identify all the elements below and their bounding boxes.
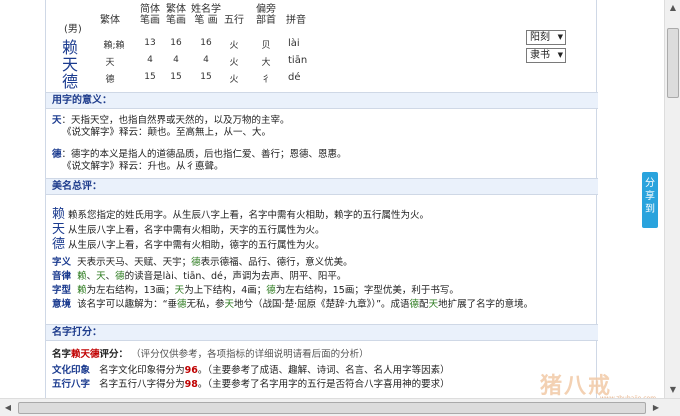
score-heading: 名字赖天德评分： （评分仅供参考，各项指标的详细说明请看后面的分析） [52, 349, 369, 360]
calligraphy-options: 阳刻 ▼ 隶书 ▼ [526, 30, 566, 66]
row3-tradstroke: 15 [170, 72, 182, 82]
section-meaning-title: 用字的意义： [46, 92, 598, 109]
row2-xm: 4 [203, 55, 209, 65]
gender-label: (男) [64, 24, 82, 35]
row1-simp: 13 [144, 38, 156, 48]
col-head-simp-stroke: 简体 笔画 [140, 4, 160, 26]
horizontal-scrollbar[interactable]: ◀ ▶ [0, 398, 680, 416]
row3-simp: 15 [144, 72, 156, 82]
row3-pinyin: dé [288, 72, 301, 83]
row1-tradstroke: 16 [170, 38, 182, 48]
meaning-de-quote: 《说文解字》释云：升也。从彳悳聲。 [62, 161, 224, 172]
scroll-left-icon[interactable]: ◀ [0, 399, 16, 416]
row2-pinyin: tiān [288, 55, 308, 66]
row1-wx: 火 [229, 41, 239, 51]
scroll-thumb[interactable] [667, 28, 679, 98]
seal-style-select[interactable]: 阳刻 ▼ [526, 30, 566, 45]
name-char-3: 德 [62, 72, 79, 91]
row3-xm: 15 [200, 72, 212, 82]
summary-line-3: 德从生辰八字上看，名字中需有火相助，德字的五行属性为火。 [52, 237, 325, 252]
row3-trad: 德 [105, 75, 115, 85]
chevron-down-icon: ▼ [557, 51, 563, 59]
row1-trad: 賴;賴 [103, 41, 125, 51]
character-table: (男) 繁体 简体 笔画 繁体 笔画 姓名学 笔 画 五行 偏旁 部首 拼音 赖… [58, 0, 338, 91]
font-style-select[interactable]: 隶书 ▼ [526, 48, 566, 63]
row1-pinyin: lài [288, 38, 300, 49]
share-button[interactable]: 分享到 [642, 172, 658, 228]
scroll-up-icon[interactable]: ▲ [665, 0, 680, 16]
scroll-right-icon[interactable]: ▶ [648, 399, 664, 416]
row2-trad: 天 [105, 58, 115, 68]
row3-radical: 彳 [261, 75, 271, 85]
summary-line-2: 天从生辰八字上看，名字中需有火相助，天字的五行属性为火。 [52, 222, 325, 237]
col-head-radical: 偏旁 部首 [256, 4, 276, 26]
name-report-panel: (男) 繁体 简体 笔画 繁体 笔画 姓名学 笔 画 五行 偏旁 部首 拼音 赖… [45, 0, 598, 398]
ziyi-row: 字义 天表示天马、天赋、天宇；德表示德福、品行、德行，意义优美。 [52, 257, 353, 268]
chevron-down-icon: ▼ [557, 33, 563, 41]
row1-radical: 贝 [261, 41, 271, 51]
row2-wx: 火 [229, 58, 239, 68]
col-head-trad: 繁体 [100, 15, 120, 26]
yijing-row: 意境 该名字可以趣解为：“垂德无私，参天地兮（战国·楚·屈原《楚辞·九章》）”。… [52, 299, 534, 310]
summary-line-1: 赖赖系您指定的姓氏用字。从生辰八字上看，名字中需有火相助，赖字的五行属性为火。 [52, 207, 430, 222]
vertical-scrollbar[interactable]: ▲ ▼ [664, 0, 680, 398]
hscroll-thumb[interactable] [18, 402, 646, 414]
row2-radical: 大 [261, 58, 271, 68]
row1-xm: 16 [200, 38, 212, 48]
section-score-title: 名字打分： [46, 324, 598, 341]
row2-tradstroke: 4 [173, 55, 179, 65]
col-head-trad-stroke: 繁体 笔画 [166, 4, 186, 26]
col-head-xm-stroke: 姓名学 笔 画 [191, 4, 221, 26]
yinlv-row: 音律 赖、天、德的读音是lài、tiān、dé，声调为去声、阴平、阳平。 [52, 271, 347, 282]
row2-simp: 4 [147, 55, 153, 65]
scroll-down-icon[interactable]: ▼ [665, 382, 680, 398]
col-head-pinyin: 拼音 [286, 15, 306, 26]
culture-score-row: 文化印象 名字文化印象得分为96。（主要参考了成语、趣解、诗词、名言、名人用字等… [52, 365, 450, 376]
zixing-row: 字型 赖为左右结构，13画；天为上下结构，4画；德为左右结构，15画；字型优美，… [52, 285, 459, 296]
wuxing-score-row: 五行八字 名字五行八字得分为98。（主要参考了名字用字的五行是否符合八字喜用神的… [52, 379, 450, 390]
meaning-tian-quote: 《说文解字》释云：颠也。至高無上，从一、大。 [62, 127, 272, 138]
col-head-wuxing: 五行 [224, 15, 244, 26]
section-summary-title: 美名总评： [46, 178, 598, 195]
row3-wx: 火 [229, 75, 239, 85]
